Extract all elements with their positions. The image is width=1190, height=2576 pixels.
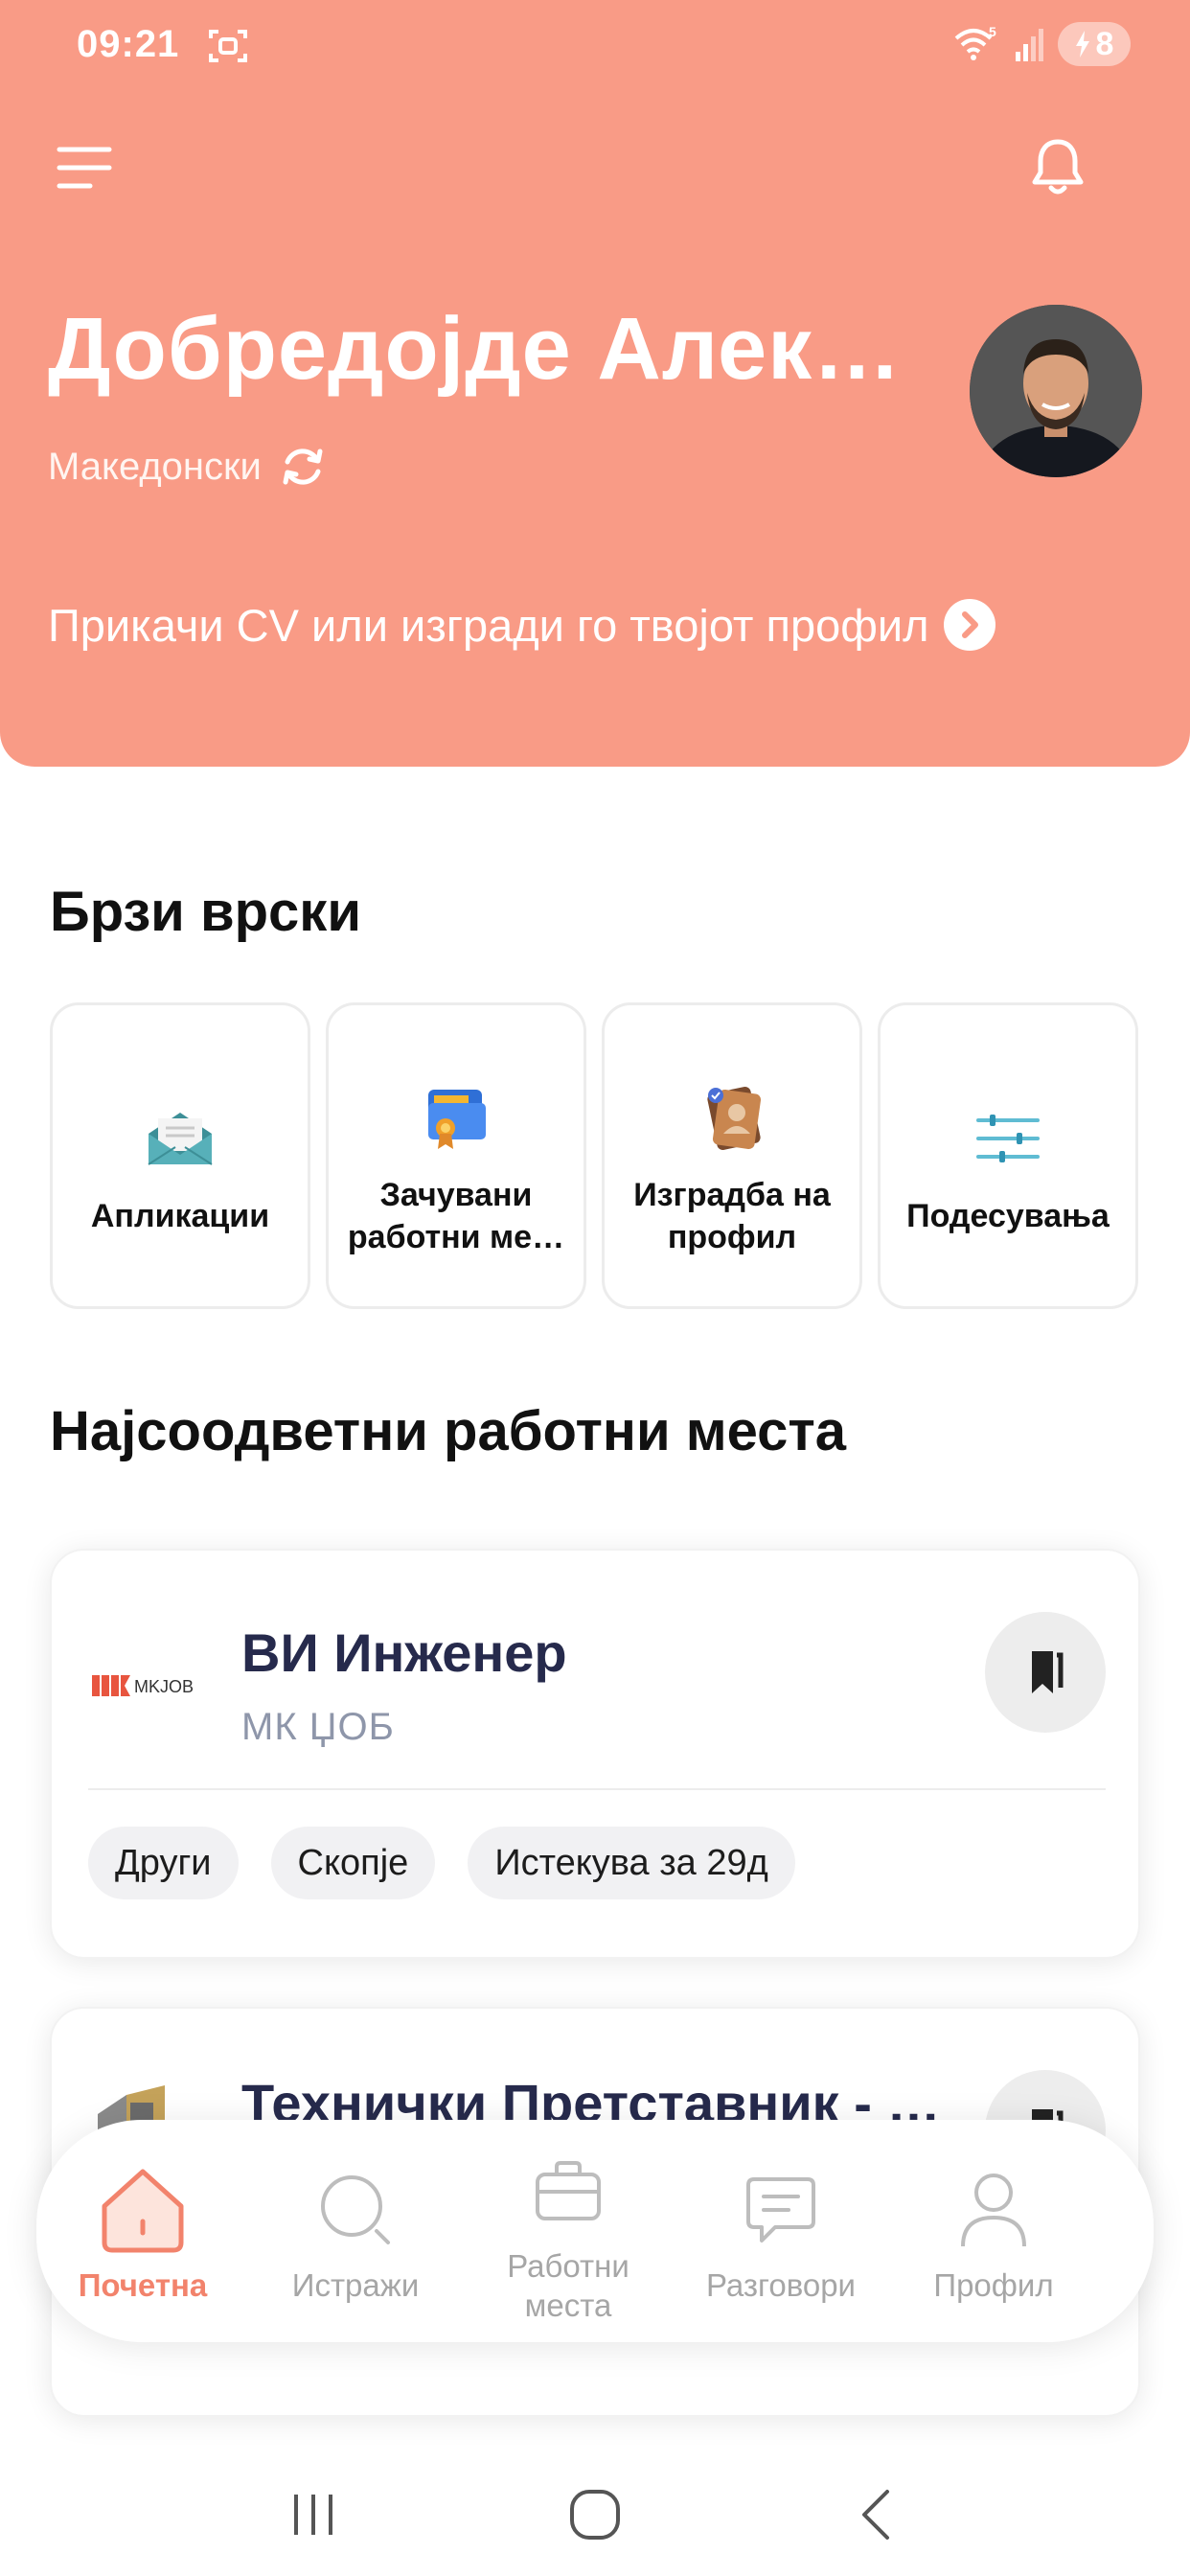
nav-label: Профил	[933, 2267, 1054, 2304]
quick-link-label: Зачувани работни ме…	[347, 1176, 565, 1255]
recent-apps-icon	[294, 2495, 332, 2535]
quick-links-title: Брзи врски	[50, 881, 361, 943]
svg-text:MKJOB: MKJOB	[134, 1677, 194, 1696]
status-bar: 09:21 5 8	[0, 0, 1190, 92]
sliders-icon	[976, 1114, 1040, 1162]
quick-link-settings[interactable]: Подесувања	[878, 1002, 1138, 1309]
home-circle-icon	[570, 2490, 620, 2540]
language-switcher[interactable]: Македонски	[48, 443, 327, 491]
nav-label: Работни места	[507, 2247, 629, 2323]
bottom-navigation: Почетна Истражи Работни места Разговори …	[36, 2120, 1154, 2342]
tag-category: Други	[88, 1827, 239, 1899]
back-button[interactable]	[834, 2472, 920, 2558]
quick-link-label: Изградба на профил	[633, 1176, 831, 1255]
quick-link-build-profile[interactable]: Изградба на профил	[602, 1002, 862, 1309]
nav-explore[interactable]: Истражи	[249, 2120, 462, 2342]
briefcase-icon	[536, 2160, 601, 2220]
job-title[interactable]: ВИ Инженер	[241, 1622, 567, 1684]
company-logo: MKJOB	[92, 1675, 194, 1696]
chat-icon	[746, 2177, 815, 2243]
home-button[interactable]	[552, 2472, 638, 2558]
saved-folder-icon	[428, 1089, 486, 1149]
nav-label: Истражи	[291, 2267, 420, 2304]
search-icon	[321, 2175, 390, 2245]
job-tags: Други Скопје Истекува за 29д	[88, 1827, 795, 1899]
profile-card-icon	[707, 1086, 762, 1150]
recent-apps-button[interactable]	[270, 2472, 356, 2558]
refresh-icon	[283, 448, 323, 485]
user-icon	[961, 2174, 1026, 2247]
quick-links-grid: Апликации Зачувани работни ме… Изградба …	[50, 1002, 1138, 1309]
quick-link-applications[interactable]: Апликации	[50, 1002, 310, 1309]
job-company: МК ЏОБ	[241, 1706, 395, 1748]
divider	[88, 1788, 1106, 1790]
back-icon	[862, 2490, 889, 2540]
chevron-right-icon	[943, 599, 995, 651]
svg-text:5: 5	[989, 24, 996, 39]
wifi-icon: 5	[954, 24, 996, 60]
charging-icon	[1075, 31, 1089, 58]
tag-expiry: Истекува за 29д	[468, 1827, 795, 1899]
nav-profile[interactable]: Профил	[887, 2120, 1100, 2342]
system-navigation-bar	[0, 2453, 1190, 2576]
quick-link-saved-jobs[interactable]: Зачувани работни ме…	[326, 1002, 586, 1309]
menu-icon[interactable]	[56, 142, 113, 194]
nav-home[interactable]: Почетна	[36, 2120, 249, 2342]
bookmark-button[interactable]	[985, 1612, 1106, 1733]
battery-indicator: 8	[1058, 22, 1131, 66]
tag-location: Скопје	[270, 1827, 436, 1899]
jobs-section-title: Најсоодветни работни места	[50, 1400, 847, 1462]
nav-label: Почетна	[78, 2267, 208, 2304]
bookmark-icon	[1032, 1651, 1064, 1693]
header: 09:21 5 8 Добредојде Алек… Македонски Пр…	[0, 0, 1190, 767]
welcome-title: Добредојде Алек…	[48, 300, 903, 398]
nav-chats[interactable]: Разговори	[675, 2120, 887, 2342]
status-indicators: 5 8	[952, 21, 1131, 67]
nav-jobs[interactable]: Работни места	[462, 2120, 675, 2342]
battery-level: 8	[1095, 25, 1114, 62]
quick-link-label: Подесувања	[906, 1197, 1110, 1234]
language-label: Македонски	[48, 445, 262, 488]
envelope-icon	[148, 1112, 213, 1165]
signal-icon	[1016, 29, 1043, 61]
upload-cv-link[interactable]: Прикачи CV или изгради го твојот профил	[48, 598, 996, 652]
nav-label: Разговори	[706, 2267, 856, 2304]
avatar[interactable]	[970, 305, 1142, 477]
job-card[interactable]: MKJOB ВИ Инженер МК ЏОБ Други Скопје Ист…	[50, 1549, 1140, 1959]
avatar-photo	[970, 305, 1142, 477]
screen-record-icon	[209, 30, 247, 62]
bell-icon[interactable]	[1027, 136, 1088, 199]
home-icon	[102, 2169, 184, 2253]
upload-cv-label: Прикачи CV или изгради го твојот профил	[48, 599, 929, 651]
status-time: 09:21	[77, 23, 180, 65]
quick-link-label: Апликации	[90, 1197, 270, 1234]
